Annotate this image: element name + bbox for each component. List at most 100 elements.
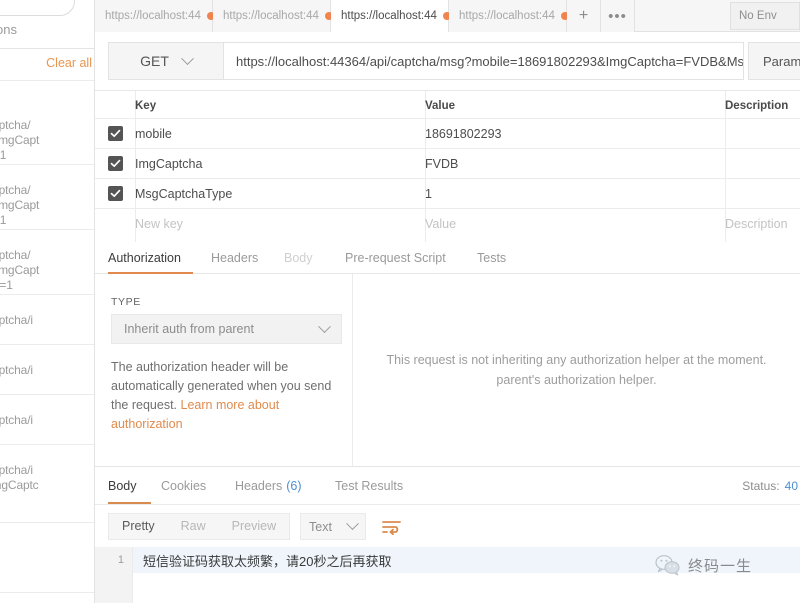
checkbox-checked-icon[interactable]	[107, 186, 123, 201]
checkbox-checked-icon[interactable]	[107, 156, 123, 171]
clear-all-button[interactable]: Clear all	[8, 56, 94, 70]
table-row[interactable]: ImgCaptcha FVDB	[95, 149, 800, 179]
line-number: 1	[117, 554, 124, 566]
new-tab-button[interactable]: +	[567, 0, 601, 32]
params-button[interactable]: Param	[748, 42, 800, 80]
sidebar-divider	[0, 394, 94, 395]
request-tab-3[interactable]: https://localhost:44	[331, 0, 451, 32]
search-input[interactable]	[0, 0, 75, 16]
table-row[interactable]: MsgCaptchaType 1	[95, 179, 800, 209]
authorization-pane: TYPE Inherit auth from parent The author…	[95, 274, 800, 466]
url-bar: GET https://localhost:44364/api/captcha/…	[95, 32, 800, 90]
column-header-description: Description	[725, 99, 789, 112]
response-body-text: 短信验证码获取太频繁，请20秒之后再获取	[143, 553, 392, 569]
auth-type-label: TYPE	[111, 296, 141, 308]
auth-type-select[interactable]: Inherit auth from parent	[111, 314, 342, 344]
http-method-label: GET	[140, 53, 169, 69]
sidebar-tab-collections[interactable]: llections	[0, 22, 94, 48]
table-row[interactable]: mobile 18691802293	[95, 119, 800, 149]
sidebar-divider	[0, 522, 94, 523]
sidebar-tabs-divider	[0, 48, 94, 49]
param-value: 1	[425, 186, 432, 201]
tab-body[interactable]: Body	[284, 242, 313, 274]
param-key: mobile	[135, 126, 172, 141]
headers-count-badge: (6)	[286, 479, 302, 493]
auth-type-value: Inherit auth from parent	[124, 322, 254, 336]
request-tab-label: https://localhost:44	[105, 10, 201, 22]
history-item[interactable]: pi/captcha/ 03&ImgCapt ype=1	[0, 118, 94, 163]
request-tab-label: https://localhost:44	[459, 10, 555, 22]
new-value-input[interactable]: Value	[425, 217, 456, 231]
params-header-row: Key Value Description	[95, 91, 800, 119]
response-tab-body[interactable]: Body	[108, 467, 137, 505]
tab-overflow-button[interactable]: •••	[601, 0, 635, 32]
sidebar-divider	[0, 344, 94, 345]
new-key-input[interactable]: New key	[135, 217, 183, 231]
postman-window: llections Clear all pi/captcha/ 03&ImgCa…	[0, 0, 800, 603]
request-detail-tabs: Authorization Headers Body Pre-request S…	[95, 242, 800, 274]
tab-pre-request-script[interactable]: Pre-request Script	[345, 242, 446, 274]
active-response-tab-underline	[108, 502, 151, 504]
column-header-key: Key	[135, 99, 157, 112]
tab-tests[interactable]: Tests	[477, 242, 506, 274]
url-input[interactable]: https://localhost:44364/api/captcha/msg?…	[224, 42, 744, 80]
content-type-label: Text	[309, 519, 332, 534]
view-mode-preview[interactable]: Preview	[219, 514, 289, 539]
row-checkbox[interactable]	[95, 126, 135, 141]
sidebar-divider	[0, 592, 94, 593]
view-mode-raw[interactable]: Raw	[168, 514, 219, 539]
param-key: ImgCaptcha	[135, 156, 203, 171]
status-badge: Status: 40	[742, 467, 800, 505]
status-value: 40	[784, 479, 798, 493]
tab-authorization[interactable]: Authorization	[108, 242, 181, 274]
new-description-input[interactable]: Description	[725, 217, 788, 231]
tab-headers[interactable]: Headers	[211, 242, 258, 274]
sidebar-divider	[0, 444, 94, 445]
history-item[interactable]: pi/captcha/ 03&ImgCapt Type=1	[0, 248, 94, 293]
response-view-mode-group: Pretty Raw Preview	[108, 513, 291, 540]
param-key: MsgCaptchaType	[135, 186, 233, 201]
history-item[interactable]: pi/captcha/i	[0, 413, 94, 428]
chevron-down-icon	[181, 51, 194, 65]
history-item[interactable]: pi/captcha/i	[0, 363, 94, 378]
response-body-editor[interactable]: 1 短信验证码获取太频繁，请20秒之后再获取	[95, 547, 800, 603]
sidebar-divider	[0, 164, 94, 165]
view-mode-pretty[interactable]: Pretty	[109, 514, 168, 539]
sidebar-divider	[0, 80, 94, 81]
row-checkbox[interactable]	[95, 156, 135, 171]
history-item[interactable]: pi/captcha/i 3&ImgCaptc	[0, 463, 94, 493]
response-tab-headers-label: Headers	[235, 479, 283, 493]
sidebar: llections Clear all pi/captcha/ 03&ImgCa…	[0, 0, 95, 603]
http-method-select[interactable]: GET	[108, 42, 224, 80]
param-value: 18691802293	[425, 126, 502, 141]
request-tab-4[interactable]: https://localhost:44	[449, 0, 569, 32]
request-tab-strip: https://localhost:44 https://localhost:4…	[95, 0, 800, 32]
chevron-down-icon	[346, 517, 359, 531]
checkbox-checked-icon[interactable]	[107, 126, 123, 141]
line-number-gutter: 1	[95, 547, 133, 603]
request-tab-label: https://localhost:44	[223, 10, 319, 22]
params-table: Key Value Description mobile 18691802293…	[95, 90, 800, 242]
history-item[interactable]: pi/captcha/i	[0, 313, 94, 328]
word-wrap-button[interactable]	[376, 513, 408, 540]
response-tab-test-results[interactable]: Test Results	[335, 467, 403, 505]
response-tabs: Body Cookies Headers (6) Test Results St…	[95, 467, 800, 505]
auth-inherit-message-text: This request is not inheriting any autho…	[386, 353, 767, 387]
history-item[interactable]: pi/captcha/ 03&ImgCapt ype=1	[0, 183, 94, 228]
response-body-toolbar: Pretty Raw Preview Text	[95, 505, 800, 547]
sidebar-divider	[0, 294, 94, 295]
request-tab-1[interactable]: https://localhost:44	[95, 0, 215, 32]
word-wrap-icon	[382, 520, 401, 535]
request-tab-2[interactable]: https://localhost:44	[213, 0, 333, 32]
content-type-select[interactable]: Text	[300, 513, 366, 540]
auth-inherit-message: This request is not inheriting any autho…	[353, 274, 800, 466]
sidebar-divider	[0, 229, 94, 230]
response-tab-headers[interactable]: Headers (6)	[235, 467, 302, 505]
new-param-row[interactable]: New key Value Description	[95, 209, 800, 239]
response-tab-cookies[interactable]: Cookies	[161, 467, 206, 505]
environment-selector[interactable]: No Env	[730, 2, 800, 30]
authorization-left-column: TYPE Inherit auth from parent The author…	[95, 274, 352, 466]
column-header-value: Value	[425, 99, 456, 112]
auth-description: The authorization header will be automat…	[111, 358, 339, 434]
row-checkbox[interactable]	[95, 186, 135, 201]
